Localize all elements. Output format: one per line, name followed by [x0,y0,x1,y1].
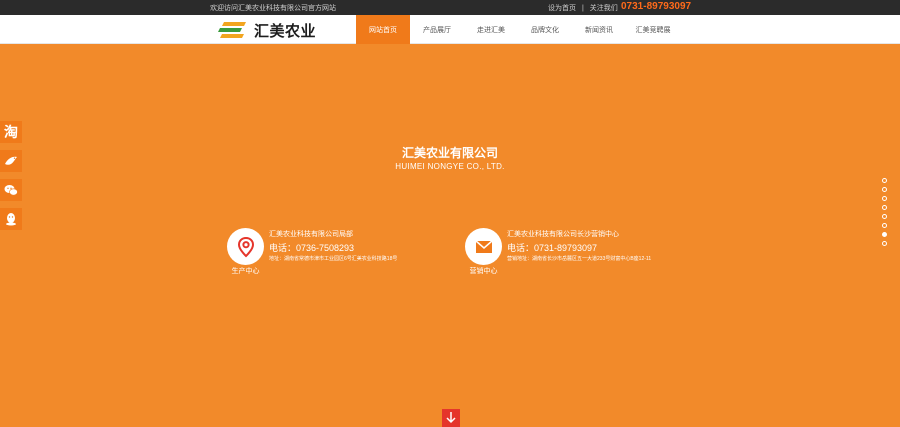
top-links-divider: | [581,5,584,12]
scroll-down-button[interactable] [442,409,460,427]
nav-news[interactable]: 新闻资讯 [572,15,626,44]
wechat-icon[interactable] [0,179,22,201]
logo[interactable]: 汇美农业 [216,19,316,41]
company-heading: 汇美农业有限公司 HUIMEI NONGYE CO., LTD. [0,144,900,171]
card-title: 汇美农业科技有限公司局部 [269,231,353,238]
pager-dot[interactable] [882,187,887,192]
section-pager [882,178,888,250]
hotline-phone: 0731-89793097 [621,1,692,12]
side-social-bar: 淘 [0,121,22,237]
set-homepage-link[interactable]: 设为首页 [548,5,576,12]
card-address: 地址：湖南省常德市津市工业园区6号汇美农业科技路18号 [269,256,398,262]
pager-dot[interactable] [882,223,887,228]
company-name: 汇美农业有限公司 [401,146,498,160]
nav-products[interactable]: 产品展厅 [410,15,464,44]
header: 汇美农业 网站首页 产品展厅 走进汇美 品牌文化 新闻资讯 汇美竞聘展 [0,15,900,44]
nav-about[interactable]: 走进汇美 [464,15,518,44]
nav-home[interactable]: 网站首页 [356,15,410,44]
top-links: 设为首页 | 关注我们 [548,3,622,13]
card-phone: 电话：0731-89793097 [507,243,598,253]
qq-icon[interactable] [0,208,22,230]
follow-us-link[interactable]: 关注我们 [590,5,618,12]
card-address: 营销地址：湖南省长沙市岳麓区五一大道233号财富中心B座12-11 [507,256,652,262]
card-caption: 生产中心 [231,268,260,275]
card-phone: 电话：0736-7508293 [269,243,355,253]
card-title: 汇美农业科技有限公司长沙营销中心 [507,231,619,238]
location-pin-icon [227,228,264,265]
logo-text: 汇美农业 [254,22,317,40]
pager-dot[interactable] [882,241,887,246]
top-bar: 欢迎访问汇美农业科技有限公司官方网站 设为首页 | 关注我们 0731-8979… [0,0,900,15]
production-center-card: 生产中心 汇美农业科技有限公司局部 电话：0736-7508293 地址：湖南省… [227,228,437,276]
sales-center-card: 营销中心 汇美农业科技有限公司长沙营销中心 电话：0731-89793097 营… [465,228,675,276]
arrow-down-icon [446,412,456,424]
company-name-en: HUIMEI NONGYE CO., LTD. [395,162,505,171]
nav-brand[interactable]: 品牌文化 [518,15,572,44]
pager-dot[interactable] [882,196,887,201]
taobao-icon[interactable]: 淘 [0,121,22,143]
mail-icon [465,228,502,265]
pager-dot-active[interactable] [882,232,887,237]
pager-dot[interactable] [882,205,887,210]
welcome-text: 欢迎访问汇美农业科技有限公司官方网站 [210,5,336,12]
nav-recruit[interactable]: 汇美竞聘展 [626,15,680,44]
pager-dot[interactable] [882,178,887,183]
logo-icon [218,22,246,38]
main-nav: 网站首页 产品展厅 走进汇美 品牌文化 新闻资讯 汇美竞聘展 [356,15,680,44]
pager-dot[interactable] [882,214,887,219]
card-caption: 营销中心 [469,268,498,275]
